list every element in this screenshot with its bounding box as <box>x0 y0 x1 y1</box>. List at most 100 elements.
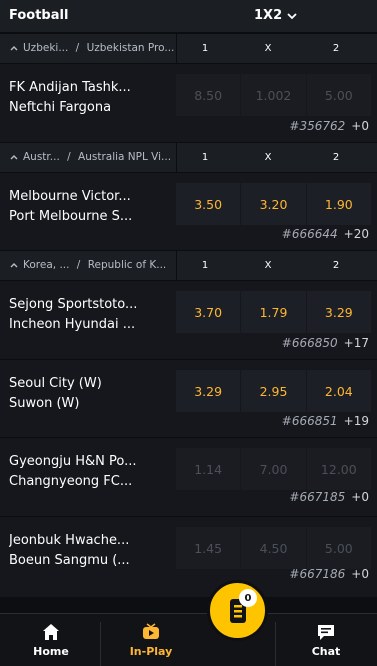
chevron-up-icon <box>10 155 18 160</box>
away-team: Neftchi Fargona <box>9 100 112 115</box>
home-icon <box>43 624 59 640</box>
league-name: Republic of K... <box>87 259 167 271</box>
odd-home[interactable]: 3.50 <box>176 183 242 225</box>
col-x-label: X <box>264 43 272 54</box>
divider <box>275 622 276 666</box>
col-x-label: X <box>264 260 272 271</box>
match-meta[interactable]: #667185 +0 <box>289 490 369 504</box>
nav-chat[interactable]: Chat <box>288 614 364 666</box>
home-team: FK Andijan Tashk... <box>9 80 131 95</box>
league-header[interactable]: Korea, ... / Republic of K... 1 X 2 <box>0 250 377 281</box>
chat-icon <box>318 625 334 640</box>
odds-group: 3.70 1.79 3.29 <box>176 291 371 333</box>
divider <box>100 622 101 666</box>
match-teams[interactable]: Jeonbuk Hwache... Boeun Sangmu (... <box>9 531 171 571</box>
odd-home[interactable]: 3.29 <box>176 370 242 412</box>
list-end-strip <box>0 597 377 613</box>
divider <box>176 251 177 281</box>
odd-away[interactable]: 1.90 <box>306 183 371 225</box>
odd-away[interactable]: 2.04 <box>306 370 371 412</box>
col-2-label: 2 <box>332 260 340 271</box>
col-2-label: 2 <box>332 43 340 54</box>
bottom-nav: Home In-Play Chat <box>0 613 377 666</box>
match-teams[interactable]: FK Andijan Tashk... Neftchi Fargona <box>9 78 171 118</box>
league-separator: / <box>72 42 83 54</box>
home-team: Jeonbuk Hwache... <box>9 533 130 548</box>
home-team: Gyeongju H&N Po... <box>9 454 137 469</box>
odd-draw[interactable]: 1.79 <box>241 291 307 333</box>
more-markets-count: +17 <box>343 336 369 350</box>
match-row[interactable]: Sejong Sportstoto... Incheon Hyundai ...… <box>0 280 377 359</box>
away-team: Incheon Hyundai ... <box>9 317 136 332</box>
match-meta[interactable]: #666644 +20 <box>282 227 369 241</box>
chevron-down-icon <box>287 12 297 19</box>
match-meta[interactable]: #666851 +19 <box>282 414 369 428</box>
odd-draw: 7.00 <box>241 448 307 490</box>
nav-home[interactable]: Home <box>13 614 89 666</box>
more-markets-count: +20 <box>343 227 369 241</box>
live-tv-icon <box>143 623 159 639</box>
league-separator: / <box>73 259 84 271</box>
odds-group: 3.29 2.95 2.04 <box>176 370 371 412</box>
col-2-label: 2 <box>332 152 340 163</box>
away-team: Boeun Sangmu (... <box>9 553 130 568</box>
home-team: Sejong Sportstoto... <box>9 297 138 312</box>
match-teams[interactable]: Seoul City (W) Suwon (W) <box>9 374 171 414</box>
league-header[interactable]: Uzbeki... / Uzbekistan Pro... 1 X 2 <box>0 33 377 64</box>
market-label: 1X2 <box>254 8 283 23</box>
odd-away: 12.00 <box>306 448 371 490</box>
divider <box>176 34 177 64</box>
match-id: #666850 <box>281 336 338 350</box>
odds-group: 1.45 4.50 5.00 <box>176 527 371 569</box>
more-markets-count: +19 <box>343 414 369 428</box>
odds-group: 3.50 3.20 1.90 <box>176 183 371 225</box>
away-team: Changnyeong FC... <box>9 474 133 489</box>
match-id: #666644 <box>281 227 338 241</box>
away-team: Suwon (W) <box>9 396 80 411</box>
more-markets-count: +0 <box>351 567 369 581</box>
odd-draw: 1.002 <box>241 74 307 116</box>
odds-group: 1.14 7.00 12.00 <box>176 448 371 490</box>
match-row[interactable]: Seoul City (W) Suwon (W) 3.29 2.95 2.04 … <box>0 359 377 437</box>
market-selector[interactable]: 1X2 <box>254 8 298 23</box>
odd-home: 1.14 <box>176 448 242 490</box>
league-country: Korea, ... <box>23 259 70 271</box>
match-teams[interactable]: Melbourne Victor... Port Melbourne S... <box>9 187 171 227</box>
match-row[interactable]: Gyeongju H&N Po... Changnyeong FC... 1.1… <box>0 437 377 516</box>
match-teams[interactable]: Sejong Sportstoto... Incheon Hyundai ... <box>9 295 171 335</box>
nav-chat-label: Chat <box>311 645 341 658</box>
match-row[interactable]: Jeonbuk Hwache... Boeun Sangmu (... 1.45… <box>0 516 377 597</box>
league-name: Uzbekistan Pro... <box>86 42 175 54</box>
match-row[interactable]: FK Andijan Tashk... Neftchi Fargona 8.50… <box>0 63 377 142</box>
divider <box>176 143 177 173</box>
odd-away: 5.00 <box>306 74 371 116</box>
odd-away: 5.00 <box>306 527 371 569</box>
away-team: Port Melbourne S... <box>9 209 133 224</box>
odd-draw[interactable]: 2.95 <box>241 370 307 412</box>
betslip-count-badge: 0 <box>239 589 257 607</box>
league-country: Uzbeki... <box>23 42 69 54</box>
league-header[interactable]: Austr... / Australia NPL Vi... 1 X 2 <box>0 142 377 173</box>
match-teams[interactable]: Gyeongju H&N Po... Changnyeong FC... <box>9 452 171 492</box>
match-meta[interactable]: #356762 +0 <box>289 119 369 133</box>
nav-home-label: Home <box>33 645 69 658</box>
odd-home: 8.50 <box>176 74 242 116</box>
betslip-button[interactable]: 0 <box>207 580 268 641</box>
match-meta[interactable]: #667186 +0 <box>289 567 369 581</box>
more-markets-count: +0 <box>351 490 369 504</box>
chevron-up-icon <box>10 46 18 51</box>
odd-draw: 4.50 <box>241 527 307 569</box>
match-meta[interactable]: #666850 +17 <box>282 336 369 350</box>
league-country: Austr... <box>23 151 60 163</box>
match-id: #356762 <box>289 119 346 133</box>
odd-home[interactable]: 3.70 <box>176 291 242 333</box>
odd-draw[interactable]: 3.20 <box>241 183 307 225</box>
match-row[interactable]: Melbourne Victor... Port Melbourne S... … <box>0 172 377 250</box>
odd-away[interactable]: 3.29 <box>306 291 371 333</box>
sport-title: Football <box>9 8 69 23</box>
league-name: Australia NPL Vi... <box>78 151 172 163</box>
home-team: Seoul City (W) <box>9 376 102 391</box>
nav-inplay[interactable]: In-Play <box>113 614 189 666</box>
nav-inplay-label: In-Play <box>129 645 173 658</box>
league-separator: / <box>63 151 75 163</box>
